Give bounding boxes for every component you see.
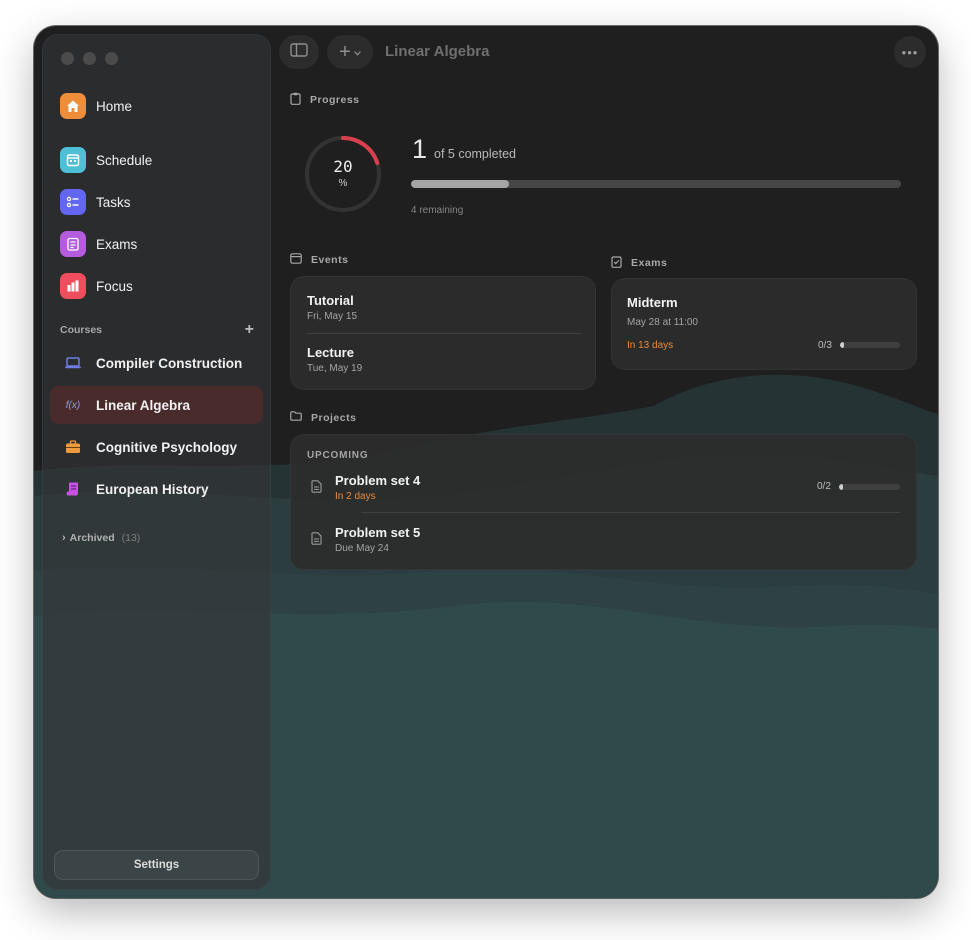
event-item[interactable]: Lecture Tue, May 19	[290, 334, 596, 390]
chevron-down-icon	[353, 43, 361, 61]
events-title: Events	[311, 254, 349, 266]
exams-title: Exams	[631, 257, 668, 269]
more-options-button[interactable]: •••	[894, 36, 926, 68]
settings-button[interactable]: Settings	[54, 850, 259, 880]
briefcase-icon	[64, 438, 82, 456]
sidebar-item-cognitive-psychology[interactable]: Cognitive Psychology	[50, 428, 263, 466]
progress-bar-fill	[411, 180, 509, 188]
project-progress-bar	[839, 484, 900, 490]
clipboard-icon	[290, 92, 301, 108]
projects-group-label: UPCOMING	[307, 450, 369, 461]
archived-count: (13)	[121, 532, 141, 544]
events-card: Tutorial Fri, May 15 Lecture Tue, May 19	[290, 276, 596, 390]
project-due: Due May 24	[335, 543, 389, 554]
progress-percent: 20	[333, 157, 353, 176]
course-label: European History	[96, 481, 209, 497]
folder-icon	[290, 411, 302, 424]
calendar-icon	[290, 253, 302, 267]
exam-progress-count: 0/3	[818, 340, 832, 351]
sidebar-item-label: Schedule	[96, 152, 153, 168]
sidebar-item-focus[interactable]: Focus	[60, 270, 133, 302]
sidebar: Home Schedule Tasks Exams Focus Courses …	[42, 34, 271, 890]
project-name: Problem set 5	[335, 525, 421, 540]
completed-of-total: of 5 completed	[434, 147, 516, 161]
document-icon	[311, 532, 322, 550]
event-name: Tutorial	[307, 293, 354, 308]
projects-card: UPCOMING Problem set 4 In 2 days 0/2 Pro…	[290, 434, 917, 570]
completed-count: 1	[412, 134, 428, 164]
event-date: Tue, May 19	[307, 363, 363, 374]
exam-name: Midterm	[627, 295, 678, 310]
bar-chart-icon	[60, 273, 86, 299]
project-item[interactable]: Problem set 4 In 2 days 0/2	[290, 466, 917, 512]
exam-icon	[611, 255, 622, 271]
progress-section-title: Progress	[290, 92, 360, 108]
projects-title: Projects	[311, 411, 357, 424]
exam-date: May 28 at 11:00	[627, 317, 698, 328]
sidebar-toggle-icon	[290, 42, 308, 62]
sidebar-item-compiler-construction[interactable]: Compiler Construction	[50, 344, 263, 382]
add-course-button[interactable]: +	[245, 322, 254, 338]
courses-header: Courses +	[60, 322, 254, 338]
function-icon: f(x)	[65, 399, 81, 411]
app-window: Home Schedule Tasks Exams Focus Courses …	[34, 26, 938, 898]
window-title: Linear Algebra	[385, 43, 490, 60]
project-item[interactable]: Problem set 5 Due May 24	[290, 518, 917, 564]
exam-progress-fill	[840, 342, 844, 348]
event-name: Lecture	[307, 345, 354, 360]
progress-percent-symbol: %	[338, 178, 348, 189]
sidebar-item-label: Home	[96, 98, 133, 114]
course-label: Compiler Construction	[96, 355, 243, 371]
archived-label: Archived	[69, 532, 115, 544]
exam-icon	[60, 231, 86, 257]
window-controls	[61, 52, 118, 65]
project-progress-count: 0/2	[817, 481, 831, 492]
exam-card[interactable]: Midterm May 28 at 11:00 In 13 days 0/3	[611, 278, 917, 370]
calendar-icon	[60, 147, 86, 173]
laptop-icon	[64, 354, 82, 372]
progress-title: Progress	[310, 94, 360, 106]
sidebar-item-schedule[interactable]: Schedule	[60, 144, 152, 176]
sidebar-item-exams[interactable]: Exams	[60, 228, 137, 260]
document-icon	[311, 480, 322, 498]
event-date: Fri, May 15	[307, 311, 358, 322]
progress-ring: 20 %	[302, 133, 384, 215]
event-item[interactable]: Tutorial Fri, May 15	[290, 276, 596, 332]
plus-icon: +	[339, 41, 351, 63]
projects-section-title: Projects	[290, 411, 356, 424]
project-divider	[361, 512, 900, 513]
project-name: Problem set 4	[335, 473, 421, 488]
close-window-button[interactable]	[61, 52, 74, 65]
minimize-window-button[interactable]	[83, 52, 96, 65]
home-icon	[60, 93, 86, 119]
scroll-icon	[64, 480, 82, 498]
progress-bar	[411, 180, 901, 188]
project-due: In 2 days	[335, 491, 376, 502]
zoom-window-button[interactable]	[105, 52, 118, 65]
sidebar-item-linear-algebra[interactable]: f(x) Linear Algebra	[50, 386, 263, 424]
sidebar-item-label: Exams	[96, 236, 138, 252]
chevron-right-icon: ›	[62, 532, 66, 544]
events-section-title: Events	[290, 253, 348, 267]
project-progress-fill	[839, 484, 843, 490]
remaining-count: 4 remaining	[411, 205, 464, 216]
sidebar-item-label: Tasks	[96, 194, 131, 210]
exam-countdown: In 13 days	[627, 340, 674, 351]
ellipsis-icon: •••	[901, 44, 919, 60]
archived-toggle[interactable]: › Archived (13)	[62, 532, 140, 544]
sidebar-item-home[interactable]: Home	[60, 90, 132, 122]
courses-label: Courses	[60, 324, 103, 336]
sidebar-item-label: Focus	[96, 278, 133, 294]
exams-section-title: Exams	[611, 255, 667, 271]
toggle-sidebar-button[interactable]	[279, 35, 319, 69]
checklist-icon	[60, 189, 86, 215]
add-menu-button[interactable]: +	[327, 35, 373, 69]
exam-progress-bar	[840, 342, 900, 348]
course-label: Linear Algebra	[96, 397, 191, 413]
course-label: Cognitive Psychology	[96, 439, 238, 455]
sidebar-item-tasks[interactable]: Tasks	[60, 186, 131, 218]
sidebar-item-european-history[interactable]: European History	[50, 470, 263, 508]
